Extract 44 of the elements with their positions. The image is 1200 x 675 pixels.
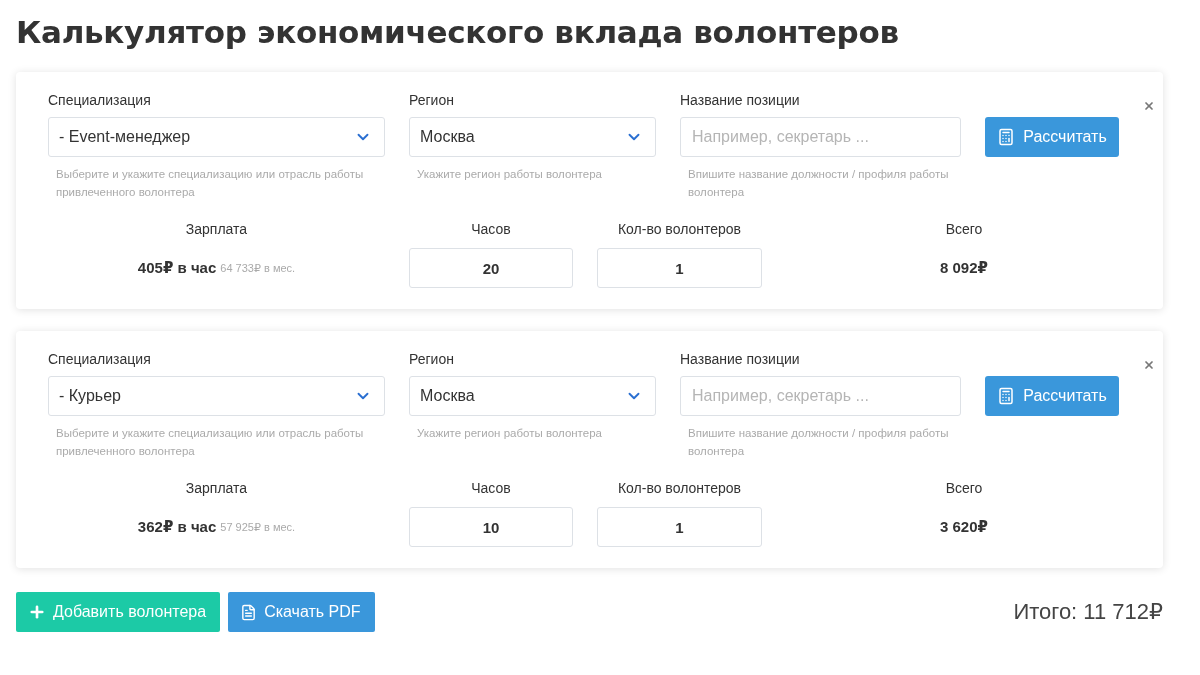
specialization-select[interactable]: - Event-менеджер: [48, 117, 385, 157]
calculator-icon: [997, 128, 1016, 146]
close-button[interactable]: [1143, 100, 1155, 112]
hours-input[interactable]: 20: [409, 248, 573, 288]
field-label: Название позиции: [680, 351, 801, 367]
region-select[interactable]: Москва: [409, 376, 656, 416]
count-label: Кол-во волонтеров: [617, 480, 742, 497]
field-label: Регион: [409, 351, 455, 367]
hours-input[interactable]: 10: [409, 507, 573, 547]
total-value: 8 092₽: [940, 259, 988, 277]
field-hint: Впишите название должности / профиля работы волонтера: [687, 426, 950, 459]
calculator-icon: [997, 387, 1016, 405]
position-input[interactable]: Например, секретарь ...: [680, 376, 961, 416]
total-value: 3 620₽: [940, 518, 988, 536]
field-hint: Укажите регион работы волонтера: [416, 426, 603, 441]
grand-total: Итого: 11 712₽: [1013, 599, 1163, 625]
field-label: Регион: [409, 92, 455, 108]
hours-label: Часов: [471, 480, 511, 497]
volunteer-count-input[interactable]: 1: [597, 248, 762, 288]
volunteer-count-input[interactable]: 1: [597, 507, 762, 547]
field-hint: Выберите и укажите специализацию или отрасль работы привлеченного волонтера: [55, 426, 365, 459]
field-label: Название позиции: [680, 92, 801, 108]
region-select[interactable]: Москва: [409, 117, 656, 157]
hourly-rate: 362₽ в час: [137, 518, 217, 536]
monthly-rate: 64 733₽ в мес.: [220, 261, 296, 275]
field-hint: Впишите название должности / профиля работы волонтера: [687, 167, 950, 200]
total-label: Всего: [945, 480, 983, 497]
field-label: Специализация: [48, 351, 152, 367]
field-hint: Выберите и укажите специализацию или отрасль работы привлеченного волонтера: [55, 167, 365, 200]
file-icon: [240, 603, 258, 621]
plus-icon: [28, 603, 46, 621]
salary-label: Зарплата: [185, 221, 248, 238]
total-label: Всего: [945, 221, 983, 238]
field-label: Специализация: [48, 92, 152, 108]
hours-label: Часов: [471, 221, 511, 238]
page-title: Калькулятор экономического вклада волонтеров: [16, 14, 900, 50]
specialization-select[interactable]: - Курьер: [48, 376, 385, 416]
close-button[interactable]: [1143, 359, 1155, 371]
count-label: Кол-во волонтеров: [617, 221, 742, 238]
monthly-rate: 57 925₽ в мес.: [220, 520, 296, 534]
position-input[interactable]: Например, секретарь ...: [680, 117, 961, 157]
hourly-rate: 405₽ в час: [137, 259, 217, 277]
salary-label: Зарплата: [185, 480, 248, 497]
field-hint: Укажите регион работы волонтера: [416, 167, 603, 182]
